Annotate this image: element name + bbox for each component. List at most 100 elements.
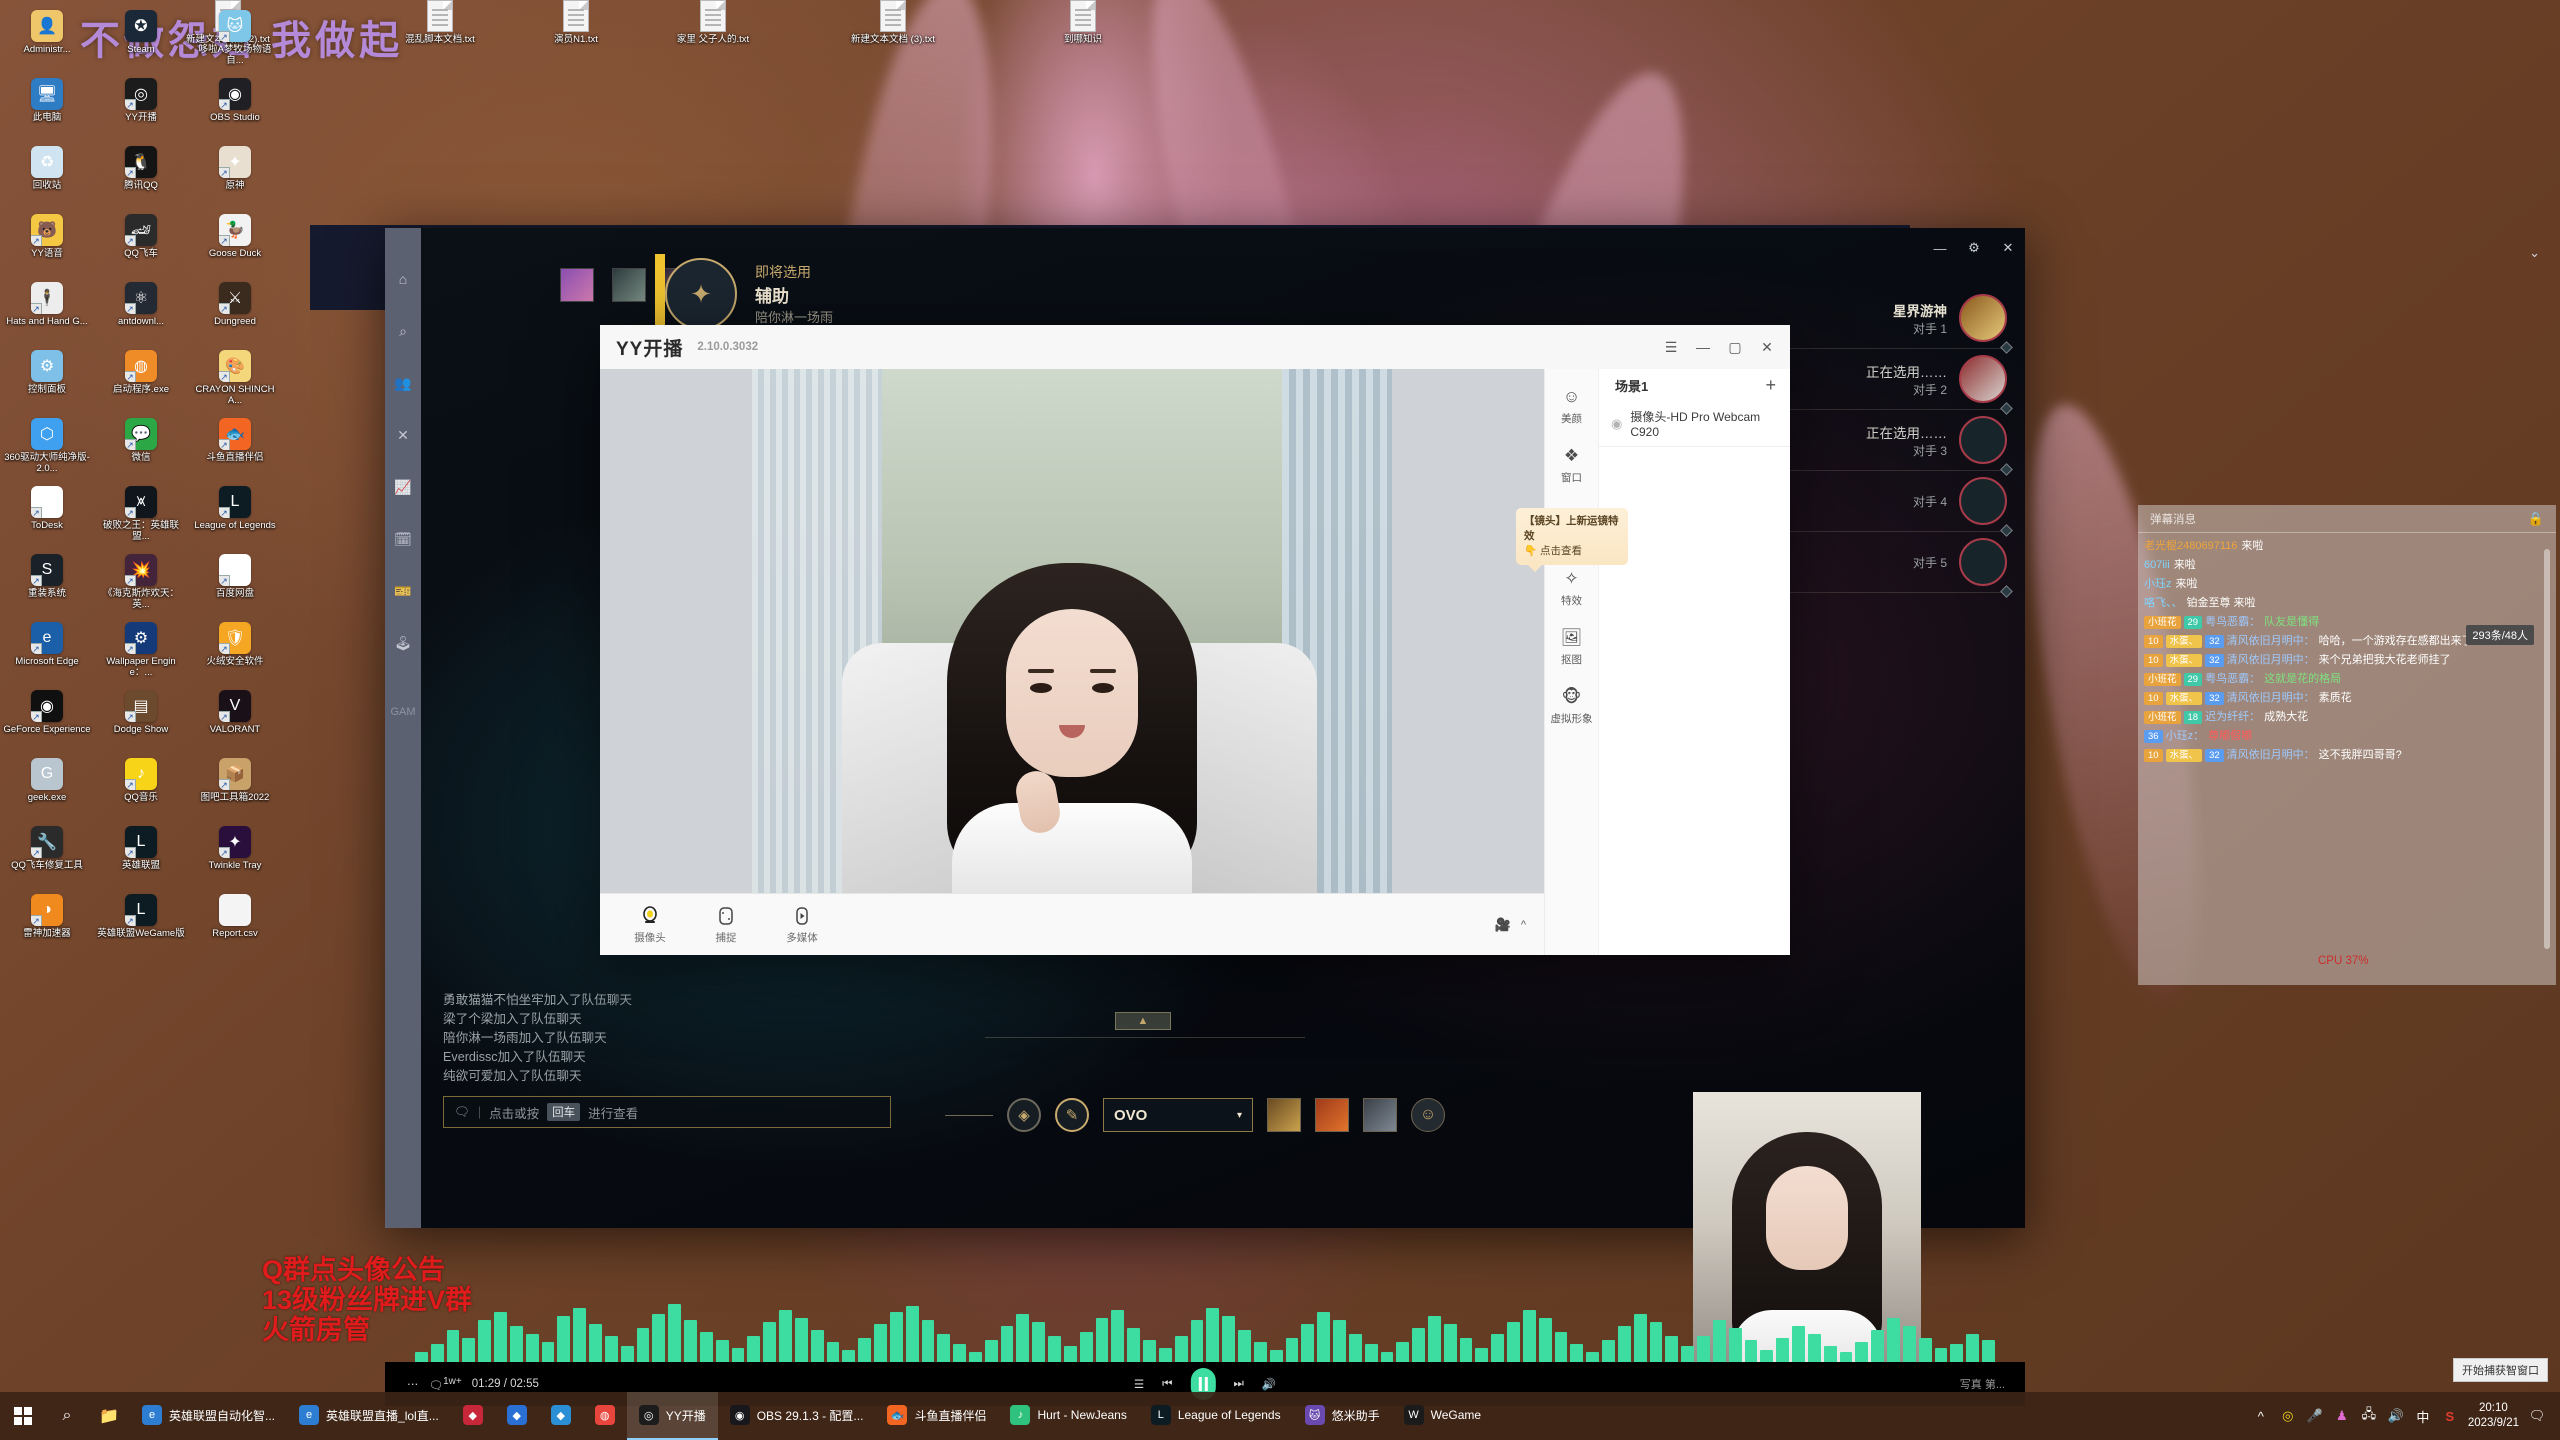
- yy-camera-preview[interactable]: [600, 369, 1544, 893]
- yy-tool-camera[interactable]: 摄像头: [626, 905, 674, 945]
- rune-icon[interactable]: ◈: [1007, 1098, 1041, 1132]
- desktop-icon-26[interactable]: ☁ ↗ 百度网盘: [188, 550, 282, 618]
- calendar-icon[interactable]: 🗓: [392, 528, 414, 550]
- yy-rail-美颜[interactable]: ☺ 美颜: [1547, 385, 1597, 426]
- desktop-icon-31[interactable]: ▤ ↗ Dodge Show: [94, 686, 188, 754]
- search-icon[interactable]: ⌕: [392, 320, 414, 342]
- desktop-icon-39[interactable]: ◑ ↗ 雷神加速器: [0, 890, 94, 958]
- taskbar-task-12[interactable]: ♪ Hurt - NewJeans: [998, 1392, 1138, 1440]
- next-icon[interactable]: ⏭: [1233, 1378, 1243, 1391]
- emote-icon[interactable]: ☺: [1411, 1098, 1445, 1132]
- close-icon[interactable]: ✕: [1752, 332, 1782, 362]
- people-icon[interactable]: 👥: [392, 372, 414, 394]
- minimize-icon[interactable]: —: [1923, 234, 1957, 262]
- desktop-icon-19[interactable]: 💬 ↗ 微信: [94, 414, 188, 482]
- playlist-icon[interactable]: ☰: [1134, 1377, 1144, 1391]
- file-explorer-icon[interactable]: 📁: [88, 1392, 130, 1440]
- taskbar-task-10[interactable]: ◉ OBS 29.1.3 - 配置...: [718, 1392, 876, 1440]
- yy-title-buttons[interactable]: ☰ — ▢ ✕: [1656, 325, 1782, 369]
- desktop-icon-41[interactable]: Report.csv: [188, 890, 282, 958]
- close-icon[interactable]: ✕: [1991, 234, 2025, 262]
- taskbar-task-14[interactable]: 🐱 悠米助手: [1293, 1392, 1392, 1440]
- scene-source-item[interactable]: ◉ 摄像头-HD Pro Webcam C920: [1599, 401, 1790, 447]
- desktop-text-file-4[interactable]: 到哪知识: [1035, 0, 1131, 45]
- settings-icon[interactable]: ⚙: [1957, 234, 1991, 262]
- expand-tab[interactable]: ▲: [1115, 1012, 1171, 1030]
- desktop-icon-18[interactable]: ⬡ 360驱动大师纯净版-2.0...: [0, 414, 94, 482]
- lol-window-controls[interactable]: — ⚙ ✕: [385, 228, 2025, 268]
- desktop-icon-37[interactable]: L ↗ 英雄联盟: [94, 822, 188, 890]
- desktop-text-file-3[interactable]: 新建文本文档 (3).txt: [845, 0, 941, 45]
- yy-feature-rail[interactable]: ☺ 美颜 ❖ 窗口 ✧ 特效 🖼 抠图 🐵 虚拟形象: [1545, 369, 1599, 955]
- app-tray-icon[interactable]: ♟: [2333, 1407, 2351, 1425]
- device-icon[interactable]: 🎥: [1495, 917, 1511, 933]
- yy-tray-icon[interactable]: ◎: [2279, 1407, 2297, 1425]
- desktop-icon-33[interactable]: Ggeek.exe: [0, 754, 94, 822]
- taskbar-task-3[interactable]: e 英雄联盟自动化智...: [130, 1392, 287, 1440]
- yy-tool-capture[interactable]: 捕捉: [702, 905, 750, 945]
- more-icon[interactable]: ⋯: [407, 1377, 419, 1391]
- taskbar-task-6[interactable]: ◆: [495, 1392, 539, 1440]
- taskbar-task-4[interactable]: e 英雄联盟直播_lol直...: [287, 1392, 451, 1440]
- desktop-icon-32[interactable]: V ↗ VALORANT: [188, 686, 282, 754]
- desktop-icon-23[interactable]: L ↗ League of Legends: [188, 482, 282, 550]
- home-icon[interactable]: ⌂: [392, 268, 414, 290]
- spell-1-icon[interactable]: [1267, 1098, 1301, 1132]
- desktop-icon-12[interactable]: 🕴 ↗ Hats and Hand G...: [0, 278, 94, 346]
- desktop-icon-7[interactable]: 🐧 ↗ 腾讯QQ: [94, 142, 188, 210]
- desktop-icon-21[interactable]: ▰ ↗ ToDesk: [0, 482, 94, 550]
- obs-window-controls[interactable]: ⌄: [2529, 245, 2540, 261]
- desktop-icon-9[interactable]: 🐻 ↗ YY语音: [0, 210, 94, 278]
- desktop-icon-0[interactable]: 👤 Administr...: [0, 6, 94, 74]
- desktop-icon-27[interactable]: e ↗ Microsoft Edge: [0, 618, 94, 686]
- desktop-icon-34[interactable]: ♪ ↗ QQ音乐: [94, 754, 188, 822]
- obs-collapse-icon[interactable]: ⌄: [2529, 245, 2540, 261]
- desktop-icon-28[interactable]: ⚙ ↗ Wallpaper Engine：...: [94, 618, 188, 686]
- start-button[interactable]: [0, 1392, 46, 1440]
- chevron-up-icon[interactable]: ^: [1521, 919, 1526, 931]
- ime-icon[interactable]: 中: [2414, 1407, 2432, 1425]
- ward-icon[interactable]: [1363, 1098, 1397, 1132]
- desktop-icon-3[interactable]: 🖥 此电脑: [0, 74, 94, 142]
- joystick-icon[interactable]: 🕹: [392, 632, 414, 654]
- yy-rail-窗口[interactable]: ❖ 窗口: [1547, 444, 1597, 485]
- yy-toolbar-right[interactable]: 🎥 ^: [1495, 917, 1526, 933]
- desktop-icon-14[interactable]: ⚔ ↗ Dungreed: [188, 278, 282, 346]
- profile-icon[interactable]: 🎫: [392, 580, 414, 602]
- desktop-icon-6[interactable]: ♻ 回收站: [0, 142, 94, 210]
- desktop-icon-36[interactable]: 🔧 ↗ QQ飞车修复工具: [0, 822, 94, 890]
- desktop-icon-17[interactable]: 🎨 ↗ CRAYON SHINCHA...: [188, 346, 282, 414]
- yy-rail-抠图[interactable]: 🖼 抠图: [1547, 626, 1597, 667]
- add-scene-button[interactable]: +: [1765, 375, 1776, 396]
- yy-source-toolbar[interactable]: 摄像头 捕捉 多媒体 🎥 ^: [600, 893, 1544, 955]
- lock-icon[interactable]: 🔒: [2528, 511, 2544, 527]
- taskbar-task-9[interactable]: ◎ YY开播: [626, 1392, 718, 1440]
- desktop-icon-5[interactable]: ◉ ↗ OBS Studio: [188, 74, 282, 142]
- edit-icon[interactable]: ✎: [1055, 1098, 1089, 1132]
- desktop-text-file-1[interactable]: 演员N1.txt: [528, 0, 624, 45]
- stream-danmaku-panel[interactable]: 弹幕消息 🔒 老光棍2480697116 来啦 607iii 来啦 小珏z 来啦 咯飞、、铂…: [2138, 505, 2556, 985]
- spell-2-icon[interactable]: [1315, 1098, 1349, 1132]
- desktop-text-file-0[interactable]: 混乱脚本文档.txt: [392, 0, 488, 45]
- taskbar-task-8[interactable]: ◍: [583, 1392, 627, 1440]
- desktop-icon-11[interactable]: 🦆 ↗ Goose Duck: [188, 210, 282, 278]
- lol-sidebar[interactable]: ⌂ ⌕ 👥 ✕ 📈 🗓 🎫 🕹 GAM: [385, 228, 421, 1228]
- desktop-icon-24[interactable]: S ↗ 重装系统: [0, 550, 94, 618]
- previous-icon[interactable]: ⏮: [1162, 1378, 1172, 1391]
- desktop-icon-20[interactable]: 🐟 ↗ 斗鱼直播伴侣: [188, 414, 282, 482]
- taskbar-task-11[interactable]: 🐟 斗鱼直播伴侣: [875, 1392, 998, 1440]
- desktop-icon-10[interactable]: 🏎 ↗ QQ飞车: [94, 210, 188, 278]
- yy-rail-虚拟形象[interactable]: 🐵 虚拟形象: [1547, 685, 1597, 726]
- desktop-icon-38[interactable]: ✦ ↗ Twinkle Tray: [188, 822, 282, 890]
- desktop-icon-4[interactable]: ◎ ↗ YY开播: [94, 74, 188, 142]
- desktop-icon-40[interactable]: L ↗ 英雄联盟WeGame版: [94, 890, 188, 958]
- yy-feature-tooltip[interactable]: 【镜头】上新运镜特效 👇 点击查看: [1516, 508, 1628, 572]
- yy-rail-特效[interactable]: ✧ 特效: [1547, 567, 1597, 608]
- chat-input[interactable]: 🗨 | 点击或按 回车 进行查看: [443, 1096, 891, 1128]
- desktop-icon-1[interactable]: ✪ Steam: [94, 6, 188, 74]
- danmaku-scrollbar[interactable]: [2544, 549, 2550, 949]
- maximize-icon[interactable]: ▢: [1720, 332, 1750, 362]
- yy-tool-media[interactable]: 多媒体: [778, 905, 826, 945]
- desktop-icon-22[interactable]: ⩙ ↗ 破败之王：英雄联盟...: [94, 482, 188, 550]
- desktop-icon-8[interactable]: ✦ ↗ 原神: [188, 142, 282, 210]
